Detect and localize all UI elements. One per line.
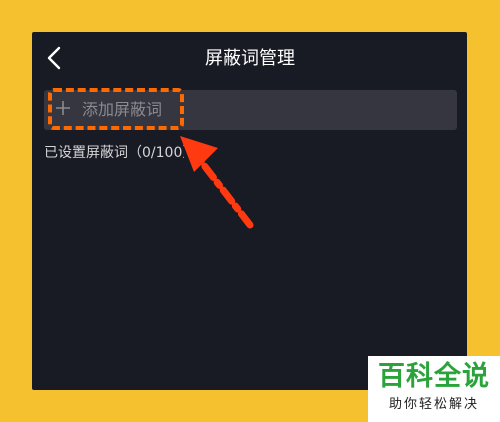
pointer-arrow-icon bbox=[180, 136, 254, 229]
watermark-badge: 百科全说 助你轻松解决 bbox=[368, 356, 500, 422]
highlight-box bbox=[48, 88, 184, 130]
watermark-subtitle: 助你轻松解决 bbox=[388, 397, 479, 412]
blocked-words-count: 已设置屏蔽词（0/100） bbox=[44, 145, 184, 161]
page-title: 屏蔽词管理 bbox=[205, 48, 295, 69]
watermark-title: 百科全说 bbox=[378, 361, 490, 392]
